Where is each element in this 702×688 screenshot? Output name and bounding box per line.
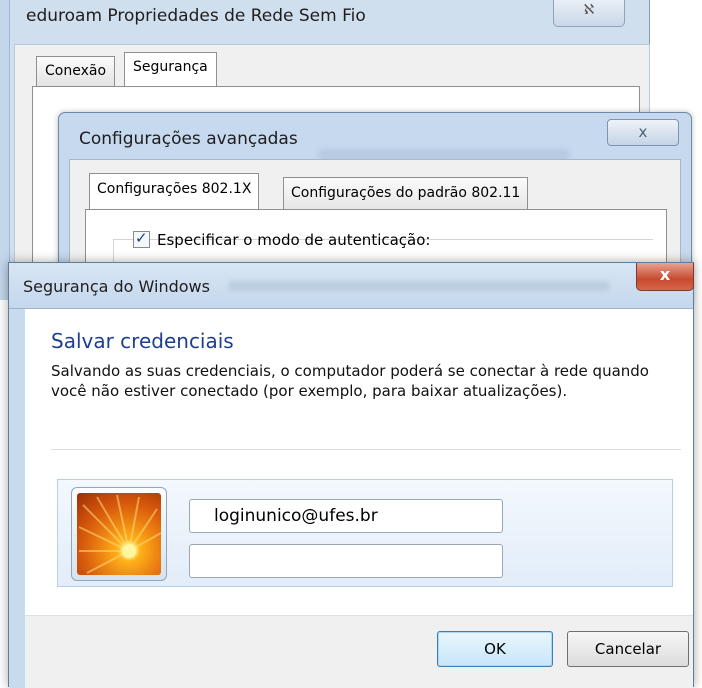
close-icon: ⅹ (638, 123, 648, 141)
username-field[interactable]: loginunico@ufes.br (189, 499, 503, 533)
checkmark-icon: ✓ (135, 229, 148, 247)
tab-80211[interactable]: Configurações do padrão 802.11 (283, 177, 529, 209)
divider (51, 449, 681, 450)
dialog-title: Segurança do Windows (23, 277, 210, 296)
blurred-background-text (229, 281, 609, 291)
dialog-close-button[interactable]: x (636, 263, 694, 291)
save-credentials-heading: Salvar credenciais (51, 329, 234, 353)
tab-8021x[interactable]: Configurações 802.1X (89, 173, 260, 211)
save-credentials-description: Salvando as suas credenciais, o computad… (51, 362, 649, 400)
auth-mode-label: Especificar o modo de autenticação: (157, 231, 431, 249)
windows-security-dialog: Segurança do Windows x Salvar credenciai… (8, 262, 694, 688)
properties-window-title: eduroam Propriedades de Rede Sem Fio (26, 6, 366, 26)
advanced-close-button[interactable]: ⅹ (607, 119, 679, 146)
advanced-window-title: Configurações avançadas (79, 129, 298, 149)
flower-avatar-icon (77, 493, 161, 575)
tab-seguranca[interactable]: Segurança (124, 52, 217, 88)
window-frame (0, 0, 10, 300)
password-field[interactable] (189, 544, 503, 578)
dialog-frame-left (9, 309, 25, 688)
properties-close-button[interactable]: ℵ (553, 0, 625, 27)
cancel-button[interactable]: Cancelar (567, 631, 689, 667)
ok-button[interactable]: OK (437, 631, 553, 667)
close-icon: ℵ (583, 2, 595, 18)
tab-conexao[interactable]: Conexão (36, 56, 116, 86)
close-icon: x (659, 265, 671, 284)
flower-petals-graphic (78, 494, 161, 574)
auth-mode-checkbox[interactable]: ✓ (133, 229, 150, 248)
